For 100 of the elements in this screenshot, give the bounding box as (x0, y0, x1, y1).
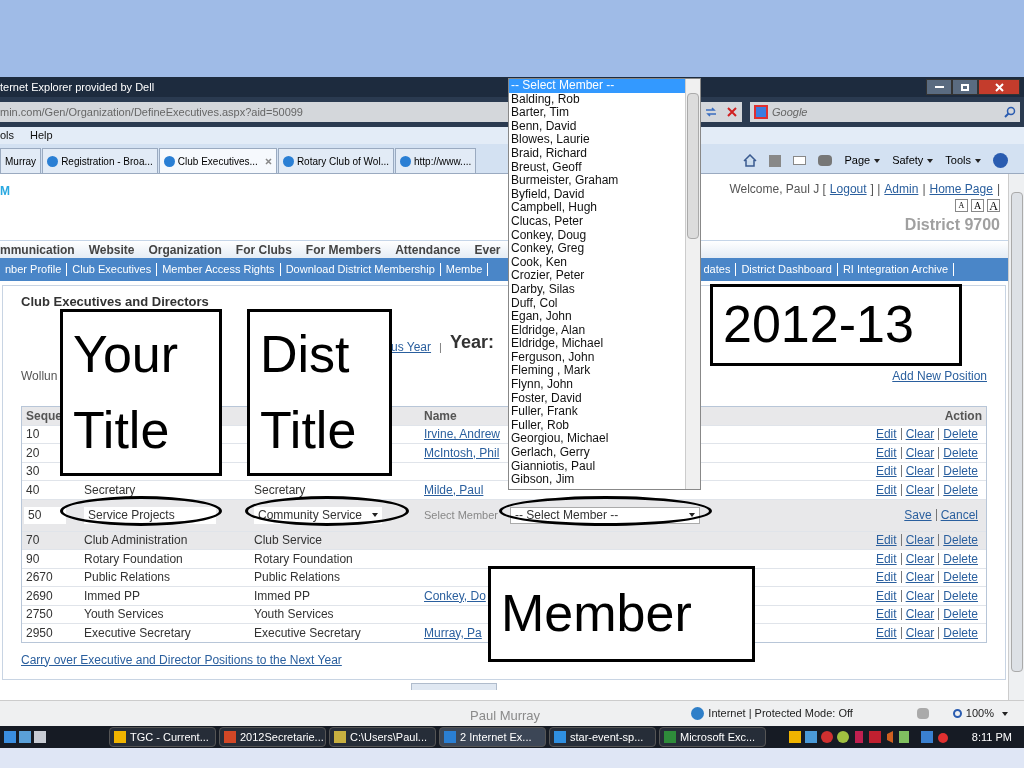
taskbar-button[interactable]: C:\Users\Paul... (329, 727, 436, 747)
stop-icon[interactable] (726, 106, 738, 118)
action-link[interactable]: Delete (938, 534, 982, 547)
mail-icon[interactable] (793, 156, 807, 165)
dropdown-option[interactable]: Clucas, Peter (509, 214, 685, 229)
dropdown-option[interactable]: Crozier, Peter (509, 269, 685, 283)
action-link[interactable]: Edit (871, 608, 901, 621)
taskbar-button[interactable]: star-event-sp... (549, 727, 656, 747)
dropdown-option[interactable]: Campbell, Hugh (509, 201, 685, 215)
dropdown-option[interactable]: Breust, Geoff (509, 160, 685, 175)
dropdown-option[interactable]: Byfield, David (509, 187, 685, 202)
menu-item[interactable]: Help (30, 127, 53, 144)
header-link[interactable]: Logout (829, 180, 867, 198)
dropdown-option[interactable]: Gerlach, Gerry (509, 446, 685, 460)
home-icon[interactable] (743, 154, 758, 167)
action-link[interactable]: Delete (938, 446, 982, 459)
sub-nav-item[interactable]: Download District Membership (280, 263, 441, 276)
action-link[interactable]: Edit (871, 428, 901, 441)
add-position-link[interactable]: Add New Position (892, 366, 987, 385)
action-link[interactable]: Edit (871, 626, 901, 639)
action-link[interactable]: Delete (938, 608, 982, 621)
action-link[interactable]: Delete (938, 589, 982, 602)
dropdown-option[interactable]: Egan, John (509, 310, 685, 324)
font-size-button[interactable]: A (987, 199, 1000, 212)
dropdown-option[interactable]: Eldridge, Michael (509, 337, 685, 351)
search-field[interactable]: Google (750, 102, 1020, 122)
action-link[interactable]: Cancel (935, 509, 982, 521)
member-link[interactable]: McIntosh, Phil (424, 445, 500, 460)
action-link[interactable]: Clear (900, 626, 939, 639)
dropdown-option[interactable]: Duff, Col (509, 296, 685, 311)
dropdown-option[interactable]: Flynn, John (509, 378, 685, 392)
refresh-icon[interactable] (704, 106, 718, 118)
dropdown-option[interactable]: Burmeister, Graham (509, 174, 685, 188)
dropdown-option[interactable]: Ferguson, John (509, 350, 685, 365)
dropdown-option[interactable]: Blowes, Laurie (509, 133, 685, 147)
menu-item[interactable]: ols (0, 127, 15, 144)
action-link[interactable]: Delete (938, 571, 982, 584)
command-menu-button[interactable]: Page (844, 152, 881, 169)
member-link[interactable]: Murray, Pa (424, 625, 482, 640)
sub-nav-item[interactable]: District Dashboard (736, 263, 838, 276)
main-nav-item[interactable]: For Clubs (235, 240, 292, 259)
help-icon[interactable] (993, 153, 1008, 168)
sub-nav-item[interactable]: nber Profile (0, 263, 68, 276)
maximize-button[interactable] (952, 79, 978, 95)
search-icon[interactable] (1004, 106, 1016, 118)
taskbar-button[interactable]: 2012Secretarie... (219, 727, 326, 747)
main-nav-item[interactable]: For Members (305, 240, 382, 259)
action-link[interactable]: Edit (871, 552, 901, 565)
command-menu-button[interactable]: Safety (892, 152, 934, 169)
font-size-button[interactable]: A (955, 199, 968, 212)
action-link[interactable]: Clear (900, 534, 939, 547)
close-tab-icon[interactable] (264, 157, 272, 165)
action-link[interactable]: Clear (900, 608, 939, 621)
close-button[interactable] (978, 79, 1020, 95)
taskbar-button[interactable]: TGC - Current... (109, 727, 216, 747)
dropdown-option[interactable]: Gianniotis, Paul (509, 459, 685, 474)
action-link[interactable]: Delete (938, 428, 982, 441)
dropdown-option[interactable]: Cook, Ken (509, 255, 685, 270)
minimize-button[interactable] (926, 79, 952, 95)
dropdown-menu[interactable] (508, 78, 701, 490)
dropdown-option[interactable]: Gibson, Jim (509, 473, 685, 487)
action-link[interactable]: Edit (871, 571, 901, 584)
action-link[interactable]: Edit (871, 534, 901, 547)
taskbar-button[interactable]: 2 Internet Ex... (439, 727, 546, 747)
dropdown-option[interactable]: Conkey, Greg (509, 242, 685, 256)
action-link[interactable]: Edit (871, 446, 901, 459)
header-link[interactable]: Admin (884, 180, 919, 198)
browser-tab[interactable]: Registration - Broa... (42, 148, 158, 173)
sub-nav-item[interactable]: Club Executives (67, 263, 158, 276)
dropdown-option[interactable]: Foster, David (509, 391, 685, 406)
header-link[interactable]: Home Page (929, 180, 993, 198)
action-link[interactable]: Clear (900, 428, 939, 441)
action-link[interactable]: Edit (871, 465, 901, 478)
dropdown-option[interactable]: Eldridge, Alan (509, 323, 685, 338)
member-link[interactable]: Conkey, Do (424, 588, 486, 603)
dropdown-scrollbar[interactable] (685, 79, 700, 489)
sub-nav-item[interactable]: Membe (440, 263, 489, 276)
zoom-button[interactable]: 100% (952, 705, 1008, 722)
switch-windows-icon[interactable] (19, 731, 31, 743)
member-link[interactable]: Milde, Paul (424, 482, 484, 497)
member-link[interactable]: Irvine, Andrew (424, 427, 501, 442)
action-link[interactable]: Clear (900, 483, 939, 496)
main-nav-item[interactable]: mmunication (0, 240, 75, 259)
sub-nav-item[interactable]: RI Integration Archive (837, 263, 955, 276)
dropdown-option[interactable]: Darby, Silas (509, 282, 685, 297)
main-nav-item[interactable]: Website (88, 240, 135, 259)
dropdown-option[interactable]: Fleming , Mark (509, 364, 685, 379)
action-link[interactable]: Delete (938, 483, 982, 496)
previous-year-link[interactable]: us Year (391, 337, 432, 356)
taskbar-button[interactable]: Microsoft Exc... (659, 727, 766, 747)
action-link[interactable]: Clear (900, 446, 939, 459)
dropdown-option[interactable]: Barter, Tim (509, 106, 685, 120)
browser-tab[interactable]: Rotary Club of Wol... (277, 148, 394, 173)
member-select[interactable]: -- Select Member -- (510, 506, 700, 524)
scrollbar[interactable] (1008, 174, 1024, 700)
dropdown-option[interactable]: Fuller, Rob (509, 418, 685, 433)
action-link[interactable]: Delete (938, 552, 982, 565)
action-link[interactable]: Edit (871, 483, 901, 496)
dropdown-option[interactable]: Fuller, Frank (509, 405, 685, 419)
action-link[interactable]: Clear (900, 552, 939, 565)
